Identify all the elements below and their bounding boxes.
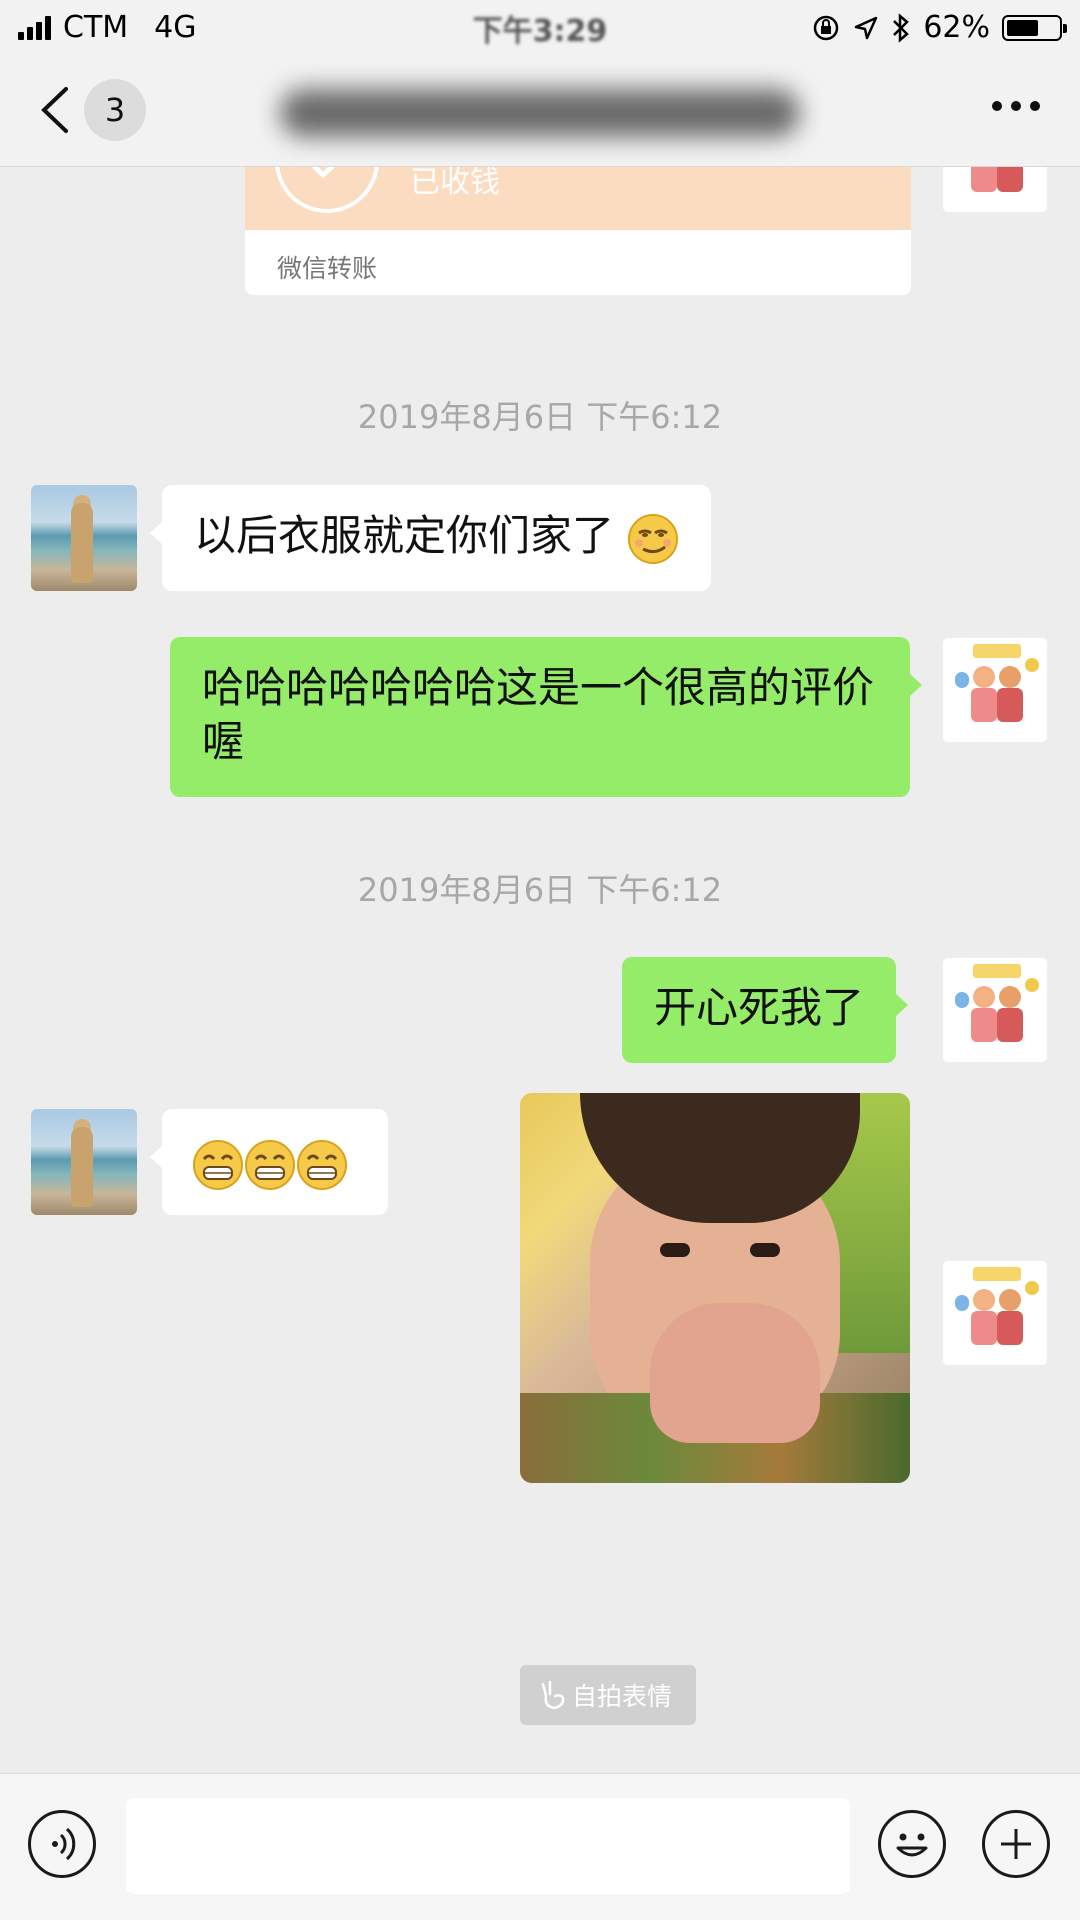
message-bubble-incoming[interactable]: 以后衣服就定你们家了	[149, 485, 712, 591]
status-bar: CTM 4G 下午3:29 62%	[0, 0, 1080, 55]
message-bubble-outgoing[interactable]: 哈哈哈哈哈哈哈这是一个很高的评价喔	[170, 637, 922, 797]
timestamp: 2019年8月6日 下午6:12	[357, 398, 723, 436]
message-input[interactable]	[126, 1798, 850, 1894]
transfer-status: 已收钱	[410, 167, 500, 200]
smirk-emoji-icon	[628, 513, 679, 564]
transfer-card-top: 已收钱	[245, 167, 911, 230]
message-text: 哈哈哈哈哈哈哈这是一个很高的评价喔	[202, 663, 875, 766]
battery-percent: 62%	[923, 10, 990, 45]
selfie-sticker-tag[interactable]: 自拍表情	[520, 1665, 696, 1725]
chat-screen: CTM 4G 下午3:29 62% 3 已收钱 微信转账 2019年8月6日 下…	[0, 0, 1080, 1920]
avatar-contact[interactable]	[31, 485, 137, 591]
emoji-button[interactable]	[878, 1810, 946, 1878]
selfie-tag-label: 自拍表情	[572, 1682, 673, 1711]
grin-emoji-icon	[297, 1139, 347, 1190]
battery-fill	[1007, 19, 1038, 36]
selfie-sticker-image[interactable]	[520, 1093, 910, 1483]
plus-button[interactable]	[982, 1810, 1050, 1878]
avatar-self[interactable]	[942, 637, 1048, 743]
avatar-self[interactable]	[942, 167, 1048, 213]
avatar-self[interactable]	[942, 1260, 1048, 1366]
more-dots-icon	[992, 101, 1002, 111]
transfer-card[interactable]: 已收钱 微信转账	[245, 167, 911, 295]
chat-title-redacted	[280, 81, 800, 141]
plus-circle-icon	[1001, 1829, 1031, 1859]
emoji-icon	[896, 1833, 928, 1857]
chat-header: 3	[0, 55, 1080, 167]
rotation-lock-icon	[814, 15, 839, 40]
network-label: 4G	[154, 10, 197, 45]
grin-emoji-icon	[193, 1139, 243, 1190]
bluetooth-icon	[893, 12, 910, 43]
status-right: 62%	[811, 10, 1067, 45]
message-text: 开心死我了	[654, 983, 865, 1032]
grin-emoji-icon	[245, 1139, 295, 1190]
check-circle-icon	[275, 167, 379, 213]
avatar-contact[interactable]	[31, 1109, 137, 1215]
status-left: CTM 4G	[18, 10, 197, 45]
message-bubble-outgoing[interactable]: 开心死我了	[622, 957, 909, 1063]
location-icon	[855, 16, 878, 39]
message-bubble-incoming[interactable]	[150, 1109, 388, 1215]
peace-hand-icon	[541, 1680, 565, 1710]
transfer-label: 微信转账	[277, 254, 378, 283]
voice-button[interactable]	[28, 1810, 96, 1878]
carrier-label: CTM	[63, 10, 129, 45]
input-bar	[0, 1773, 1080, 1920]
signal-icon	[18, 15, 51, 40]
back-button[interactable]	[36, 85, 76, 135]
voice-icon	[52, 1827, 76, 1861]
timestamp: 2019年8月6日 下午6:12	[357, 871, 723, 909]
message-text: 以后衣服就定你们家了	[194, 511, 615, 560]
unread-count-badge[interactable]: 3	[84, 79, 146, 141]
more-button[interactable]	[992, 101, 1040, 111]
battery-icon	[1002, 14, 1067, 41]
status-time: 下午3:29	[472, 13, 608, 49]
message-list[interactable]: 已收钱 微信转账 2019年8月6日 下午6:12 以后衣服就定你们家了 哈哈哈…	[0, 167, 1080, 1773]
avatar-self[interactable]	[942, 957, 1048, 1063]
chevron-left-icon	[41, 87, 68, 133]
